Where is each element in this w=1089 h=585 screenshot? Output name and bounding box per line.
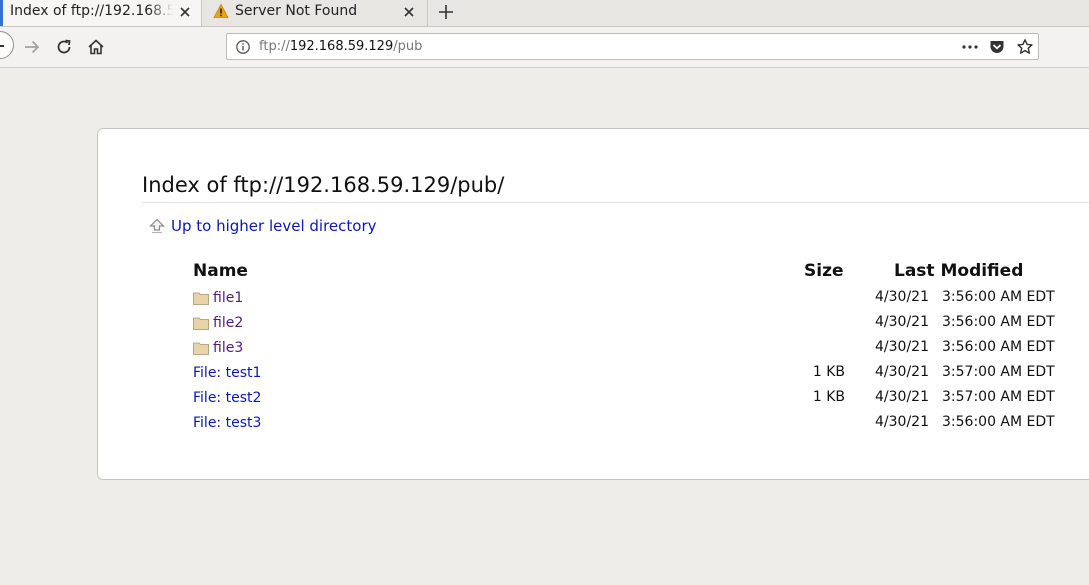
close-icon[interactable] (177, 4, 193, 20)
close-icon[interactable] (401, 4, 417, 20)
entry-name: File: test2 (193, 390, 262, 406)
table-row: file3 4/30/21 3:56:00 AM EDT (98, 338, 1089, 363)
directory-link[interactable]: file3 (193, 338, 243, 358)
entry-date: 4/30/21 (875, 314, 929, 330)
title-divider (142, 202, 1089, 203)
entry-name: file1 (213, 290, 244, 306)
table-row: file2 4/30/21 3:56:00 AM EDT (98, 313, 1089, 338)
info-icon[interactable] (235, 39, 251, 55)
up-link-label: Up to higher level directory (171, 217, 377, 235)
url-scheme: ftp:// (259, 39, 290, 54)
reload-icon[interactable] (53, 36, 75, 58)
up-arrow-icon (149, 218, 165, 234)
back-button[interactable] (0, 31, 14, 59)
entry-date: 4/30/21 (875, 414, 929, 430)
back-icon (0, 45, 4, 47)
forward-arrow-icon[interactable] (21, 36, 43, 58)
folder-icon (193, 292, 209, 305)
page-title: Index of ftp://192.168.59.129/pub/ (142, 173, 505, 197)
navigation-toolbar: ftp://192.168.59.129/pub (0, 27, 1089, 68)
entry-date: 4/30/21 (875, 364, 929, 380)
tab-strip: Index of ftp://192.168.59.129/pub/ Serve… (0, 0, 1089, 27)
entry-size: 1 KB (812, 389, 845, 405)
star-icon[interactable] (1016, 38, 1034, 56)
file-link[interactable]: File: test3 (193, 413, 261, 433)
home-icon[interactable] (85, 36, 107, 58)
entry-date: 4/30/21 (875, 289, 929, 305)
up-directory-link[interactable]: Up to higher level directory (148, 217, 377, 235)
active-tab-indicator (0, 0, 3, 26)
folder-icon (193, 317, 209, 330)
column-header-size[interactable]: Size (804, 261, 844, 281)
table-row: File: test2 1 KB 4/30/21 3:57:00 AM EDT (98, 388, 1089, 413)
file-link[interactable]: File: test1 (193, 363, 261, 383)
column-header-last-modified[interactable]: Last Modified (894, 261, 1023, 281)
table-row: File: test1 1 KB 4/30/21 3:57:00 AM EDT (98, 363, 1089, 388)
tab-index-of-pub[interactable]: Index of ftp://192.168.59.129/pub/ (0, 0, 202, 26)
entry-size: 1 KB (812, 364, 845, 380)
entry-name: file2 (213, 315, 244, 331)
warning-icon (213, 3, 229, 18)
entry-time: 3:57:00 AM EDT (942, 389, 1055, 405)
tab-server-not-found[interactable]: Server Not Found (203, 0, 428, 26)
entry-time: 3:56:00 AM EDT (942, 414, 1055, 430)
url-bar[interactable]: ftp://192.168.59.129/pub (226, 33, 1039, 60)
directory-link[interactable]: file1 (193, 288, 243, 308)
directory-listing-container: Index of ftp://192.168.59.129/pub/ Up to… (97, 128, 1089, 480)
pocket-icon[interactable] (988, 38, 1006, 56)
folder-icon (193, 342, 209, 355)
url-path: /pub (393, 39, 423, 54)
entry-time: 3:57:00 AM EDT (942, 364, 1055, 380)
table-row: file1 4/30/21 3:56:00 AM EDT (98, 288, 1089, 313)
table-row: File: test3 4/30/21 3:56:00 AM EDT (98, 413, 1089, 438)
entry-date: 4/30/21 (875, 339, 929, 355)
entry-name: File: test1 (193, 365, 262, 381)
entry-name: File: test3 (193, 415, 262, 431)
directory-link[interactable]: file2 (193, 313, 243, 333)
entry-time: 3:56:00 AM EDT (942, 314, 1055, 330)
tab-title: Index of ftp://192.168.59.129/pub/ (10, 3, 173, 19)
plus-icon[interactable] (436, 2, 456, 22)
tab-title: Server Not Found (235, 3, 358, 19)
column-header-name[interactable]: Name (193, 261, 248, 281)
more-dots-icon[interactable] (961, 38, 979, 56)
entry-name: file3 (213, 340, 244, 356)
entry-time: 3:56:00 AM EDT (942, 339, 1055, 355)
entry-date: 4/30/21 (875, 389, 929, 405)
url-text[interactable]: ftp://192.168.59.129/pub (259, 39, 422, 54)
entry-time: 3:56:00 AM EDT (942, 289, 1055, 305)
url-host: 192.168.59.129 (289, 39, 394, 54)
file-link[interactable]: File: test2 (193, 388, 261, 408)
